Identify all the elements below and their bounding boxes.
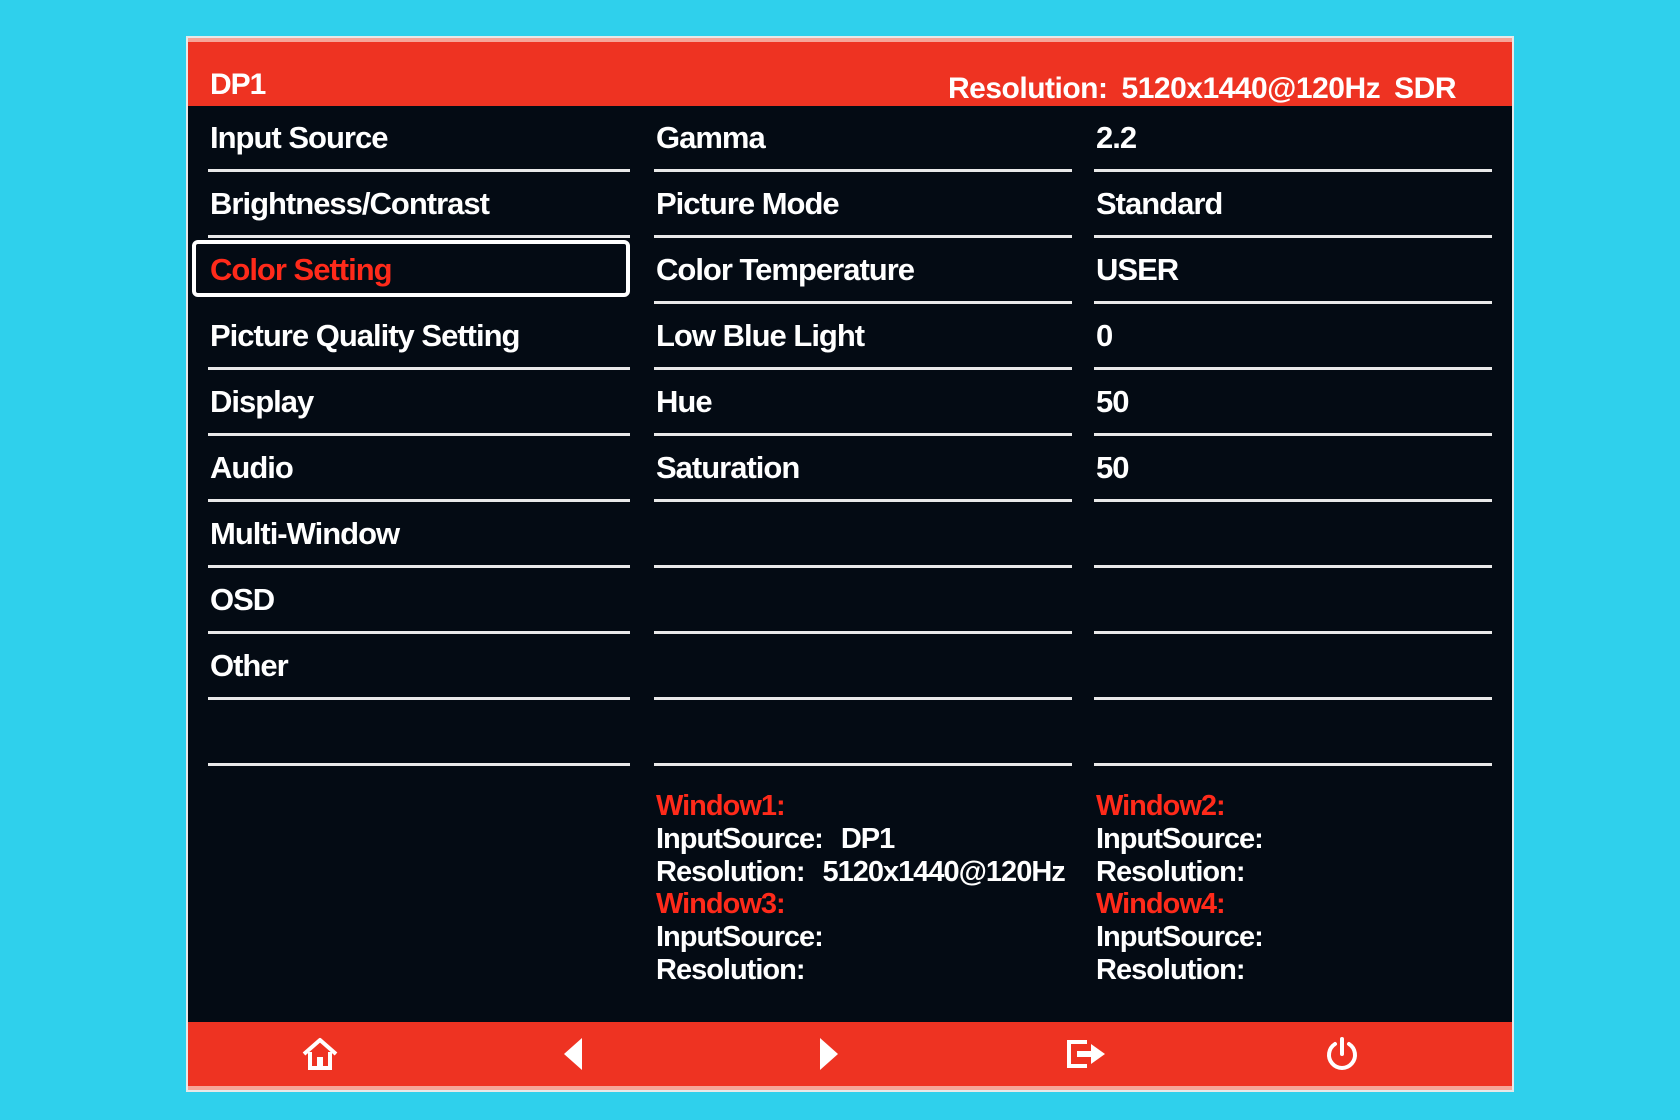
setting-saturation[interactable]: Saturation [654, 436, 1072, 502]
menu-item-input-source[interactable]: Input Source [208, 106, 630, 172]
value-picture-mode[interactable]: Standard [1094, 172, 1492, 238]
resolution-label: Resolution: [656, 856, 805, 888]
window4-info: Window4: InputSource: Resolution: [1096, 888, 1281, 987]
window-title: Window3: [656, 888, 786, 920]
value-hue[interactable]: 50 [1094, 370, 1492, 436]
menu-item-label: Multi-Window [210, 516, 400, 551]
exit-icon [1067, 1040, 1105, 1068]
setting-color-temperature[interactable]: Color Temperature [654, 238, 1072, 304]
menu-item-label: Brightness/Contrast [210, 186, 490, 221]
home-button[interactable] [298, 1032, 342, 1076]
value-low-blue-light[interactable]: 0 [1094, 304, 1492, 370]
menu-item-audio[interactable]: Audio [208, 436, 630, 502]
window2-info: Window2: InputSource: Resolution: [1096, 790, 1281, 889]
setting-label: Gamma [656, 120, 766, 155]
value-color-temperature[interactable]: USER [1094, 238, 1492, 304]
menu-item-empty [208, 700, 630, 766]
setting-low-blue-light[interactable]: Low Blue Light [654, 304, 1072, 370]
osd-header: DP1 Resolution: 5120x1440@120Hz SDR [188, 38, 1512, 106]
osd-panel: DP1 Resolution: 5120x1440@120Hz SDR Input … [188, 38, 1512, 1090]
menu-item-picture-quality-setting[interactable]: Picture Quality Setting [208, 304, 630, 370]
right-button[interactable] [806, 1032, 850, 1076]
value-gamma[interactable]: 2.2 [1094, 106, 1492, 172]
resolution-value: 5120x1440@120Hz [1121, 72, 1381, 105]
setting-value: Standard [1096, 186, 1223, 221]
osd-footer [188, 1022, 1512, 1090]
setting-label: Low Blue Light [656, 318, 865, 353]
window-title: Window2: [1096, 790, 1226, 822]
resolution-label: Resolution: [656, 954, 805, 986]
window1-info: Window1: InputSource: DP1 Resolution: 5120… [656, 790, 1066, 889]
setting-empty [654, 502, 1072, 568]
resolution-label: Resolution: [1096, 954, 1245, 986]
input-source-indicator: DP1 [210, 68, 266, 101]
menu-item-display[interactable]: Display [208, 370, 630, 436]
resolution-label: Resolution: [1096, 856, 1245, 888]
setting-hue[interactable]: Hue [654, 370, 1072, 436]
value-empty [1094, 700, 1492, 766]
menu-item-label: Display [210, 384, 314, 419]
input-source-label: InputSource: [1096, 823, 1264, 855]
setting-value: 2.2 [1096, 120, 1137, 155]
input-source-label: InputSource: [1096, 921, 1264, 953]
setting-empty [654, 634, 1072, 700]
home-icon [302, 1038, 338, 1070]
settings-values: 2.2 Standard USER 0 50 50 [1094, 106, 1492, 766]
left-arrow-icon [564, 1038, 582, 1070]
power-button[interactable] [1320, 1032, 1364, 1076]
setting-label: Hue [656, 384, 713, 419]
menu-item-label: Picture Quality Setting [210, 318, 520, 353]
right-arrow-icon [820, 1038, 838, 1070]
resolution-status: Resolution: 5120x1440@120Hz SDR [948, 72, 1456, 106]
menu-item-label: Color Setting [210, 252, 393, 287]
exit-button[interactable] [1064, 1032, 1108, 1076]
setting-gamma[interactable]: Gamma [654, 106, 1072, 172]
left-button[interactable] [552, 1032, 596, 1076]
setting-picture-mode[interactable]: Picture Mode [654, 172, 1072, 238]
menu-item-label: Audio [210, 450, 294, 485]
setting-value: 50 [1096, 384, 1129, 419]
input-source-label: InputSource: [656, 823, 824, 855]
setting-value: 50 [1096, 450, 1129, 485]
setting-label: Color Temperature [656, 252, 915, 287]
input-source-label: InputSource: [656, 921, 824, 953]
value-saturation[interactable]: 50 [1094, 436, 1492, 502]
menu-item-label: OSD [210, 582, 275, 617]
resolution-value: 5120x1440@120Hz [822, 856, 1066, 888]
window-title: Window1: [656, 790, 786, 822]
setting-empty [654, 568, 1072, 634]
setting-label: Saturation [656, 450, 800, 485]
menu-item-other[interactable]: Other [208, 634, 630, 700]
value-empty [1094, 568, 1492, 634]
menu-item-osd[interactable]: OSD [208, 568, 630, 634]
power-icon [1327, 1037, 1357, 1070]
value-empty [1094, 634, 1492, 700]
settings-list: Gamma Picture Mode Color Temperature Low… [654, 106, 1072, 766]
menu-item-label: Other [210, 648, 289, 683]
hdr-mode: SDR [1394, 72, 1456, 105]
menu-item-brightness-contrast[interactable]: Brightness/Contrast [208, 172, 630, 238]
resolution-label: Resolution: [948, 72, 1108, 105]
menu-item-label: Input Source [210, 120, 388, 155]
main-menu: Input Source Brightness/Contrast Color S… [192, 106, 630, 766]
setting-value: 0 [1096, 318, 1113, 353]
window3-info: Window3: InputSource: Resolution: [656, 888, 841, 987]
window-title: Window4: [1096, 888, 1226, 920]
input-source-value: DP1 [840, 823, 895, 855]
menu-item-color-setting[interactable]: Color Setting [192, 238, 630, 304]
setting-empty [654, 700, 1072, 766]
setting-label: Picture Mode [656, 186, 840, 221]
value-empty [1094, 502, 1492, 568]
menu-item-multi-window[interactable]: Multi-Window [208, 502, 630, 568]
setting-value: USER [1096, 252, 1179, 287]
